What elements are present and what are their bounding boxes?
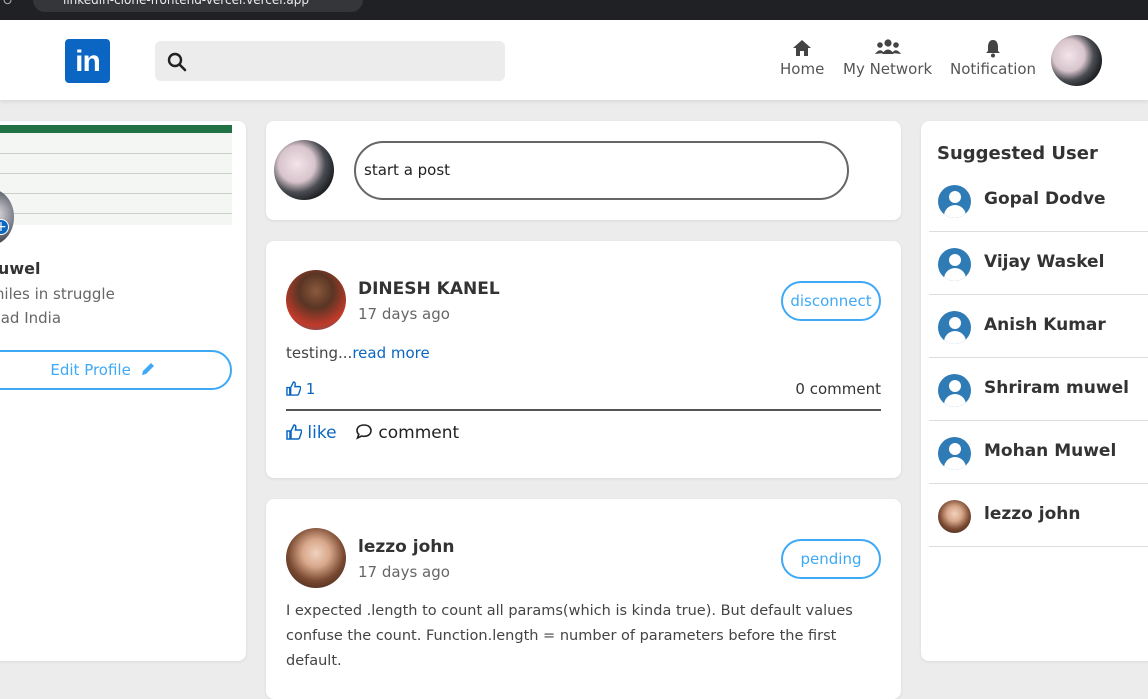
address-bar[interactable]: linkedin-clone-frontend-vercel.vercel.ap…: [33, 0, 363, 12]
pencil-icon: [141, 363, 154, 375]
profile-name: Muwel: [0, 259, 41, 278]
search-bar[interactable]: [155, 41, 505, 81]
suggested-users-card: Suggested User Gopal Dodve Vijay Waskel …: [921, 121, 1148, 661]
nav-my-network-label: My Network: [843, 60, 933, 78]
composer-avatar: [274, 140, 334, 200]
thumbs-up-icon: [286, 424, 303, 440]
suggested-user-item[interactable]: Vijay Waskel: [929, 232, 1148, 295]
browser-chrome: ↻ linkedin-clone-frontend-vercel.vercel.…: [0, 0, 1148, 20]
nav-home-label: Home: [780, 60, 825, 78]
suggested-user-name: Vijay Waskel: [984, 252, 1105, 272]
comment-button[interactable]: comment: [355, 423, 459, 443]
nav-notification-label: Notification: [950, 60, 1037, 78]
suggested-user-name: Gopal Dodve: [984, 189, 1106, 209]
suggested-user-item[interactable]: Gopal Dodve: [929, 169, 1148, 232]
post-author-name[interactable]: DINESH KANEL: [358, 279, 500, 299]
thumbs-up-icon: [286, 381, 302, 396]
suggested-user-name: lezzo john: [984, 504, 1081, 524]
reload-icon[interactable]: ↻: [2, 0, 13, 9]
post-author-name[interactable]: lezzo john: [358, 537, 454, 557]
read-more-link[interactable]: read more: [352, 344, 429, 362]
suggested-user-item[interactable]: Mohan Muwel: [929, 421, 1148, 484]
comment-label: comment: [378, 423, 460, 443]
suggested-user-item[interactable]: Anish Kumar: [929, 295, 1148, 358]
bell-icon: [950, 38, 1036, 58]
post-text-content: testing...: [286, 344, 353, 362]
disconnect-button[interactable]: disconnect: [781, 281, 881, 321]
post-timestamp: 17 days ago: [358, 563, 450, 581]
user-placeholder-icon: [938, 248, 971, 281]
post-card: DINESH KANEL 17 days ago disconnect test…: [266, 241, 901, 478]
profile-cover-image: [0, 125, 232, 225]
comment-icon: [356, 424, 372, 440]
home-icon: [780, 38, 824, 58]
post-text: testing...read more: [286, 344, 430, 362]
suggested-user-name: Shriram muwel: [984, 378, 1129, 398]
nav-notification[interactable]: Notification: [950, 38, 1036, 78]
user-placeholder-icon: [938, 311, 971, 344]
suggested-users-title: Suggested User: [937, 143, 1098, 164]
like-count[interactable]: 1: [286, 380, 315, 398]
user-avatar[interactable]: [1051, 35, 1102, 86]
user-placeholder-icon: [938, 374, 971, 407]
edit-profile-label: Edit Profile: [50, 361, 131, 379]
user-placeholder-icon: [938, 437, 971, 470]
user-placeholder-icon: [938, 185, 971, 218]
profile-tagline: smiles in struggle: [0, 285, 115, 303]
like-label: like: [307, 423, 337, 443]
suggested-user-item[interactable]: Shriram muwel: [929, 358, 1148, 421]
user-avatar: [938, 500, 971, 533]
nav-my-network[interactable]: My Network: [843, 38, 932, 78]
like-count-value: 1: [305, 380, 316, 398]
nav-home[interactable]: Home: [780, 38, 824, 78]
network-icon: [843, 38, 932, 58]
profile-location: abad India: [0, 309, 62, 327]
like-button[interactable]: like: [286, 423, 337, 443]
search-icon: [167, 52, 187, 72]
post-divider: [286, 409, 881, 411]
composer-card: start a post: [266, 121, 901, 220]
suggested-user-name: Anish Kumar: [984, 315, 1106, 335]
edit-profile-button[interactable]: Edit Profile: [0, 350, 232, 390]
post-text: I expected .length to count all params(w…: [286, 603, 853, 669]
post-author-avatar[interactable]: [286, 528, 346, 588]
top-navbar: in Home My Network Notification: [0, 20, 1148, 100]
post-timestamp: 17 days ago: [358, 305, 450, 323]
suggested-user-item[interactable]: lezzo john: [929, 484, 1148, 547]
suggested-user-name: Mohan Muwel: [984, 441, 1117, 461]
post-author-avatar[interactable]: [286, 270, 346, 330]
profile-card: + Muwel smiles in struggle abad India Ed…: [0, 121, 246, 661]
comment-count[interactable]: 0 comment: [795, 380, 881, 398]
pending-button[interactable]: pending: [781, 539, 881, 579]
linkedin-logo[interactable]: in: [65, 39, 110, 83]
start-post-input[interactable]: start a post: [354, 141, 849, 200]
post-card: lezzo john 17 days ago pending I expecte…: [266, 499, 901, 699]
